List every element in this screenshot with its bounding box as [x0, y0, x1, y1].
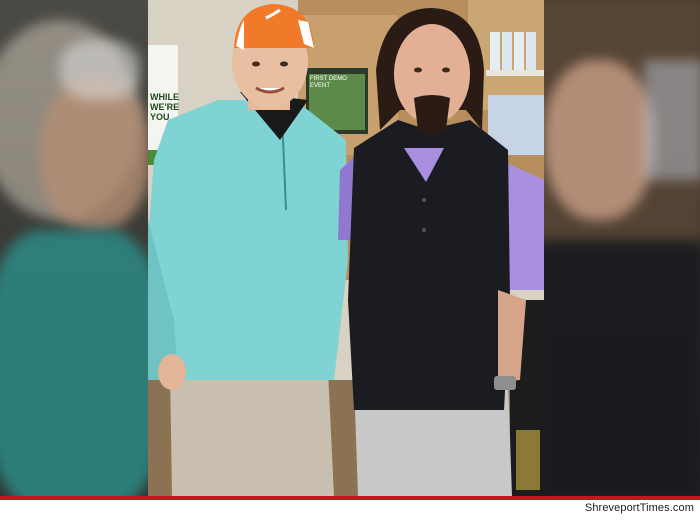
- wristwatch: [494, 376, 516, 390]
- blurred-right-panel: [544, 0, 700, 496]
- pullover: [148, 100, 348, 380]
- footer: ShreveportTimes.com: [0, 500, 700, 520]
- tv-screen-text: FIRST DEMO EVENT: [310, 76, 347, 89]
- photo-illustration: [148, 0, 544, 496]
- shelf: [486, 70, 544, 76]
- pants-left: [170, 370, 334, 496]
- watermark-credit: ShreveportTimes.com: [584, 502, 694, 514]
- blurred-left-panel: [0, 0, 148, 496]
- goatee: [414, 95, 450, 135]
- photo-frame: WHILE WE'RE YOU FIRST DEMO EVENT: [0, 0, 700, 496]
- main-photo: WHILE WE'RE YOU FIRST DEMO EVENT: [148, 0, 544, 496]
- poster-text: WHILE WE'RE YOU: [150, 92, 180, 122]
